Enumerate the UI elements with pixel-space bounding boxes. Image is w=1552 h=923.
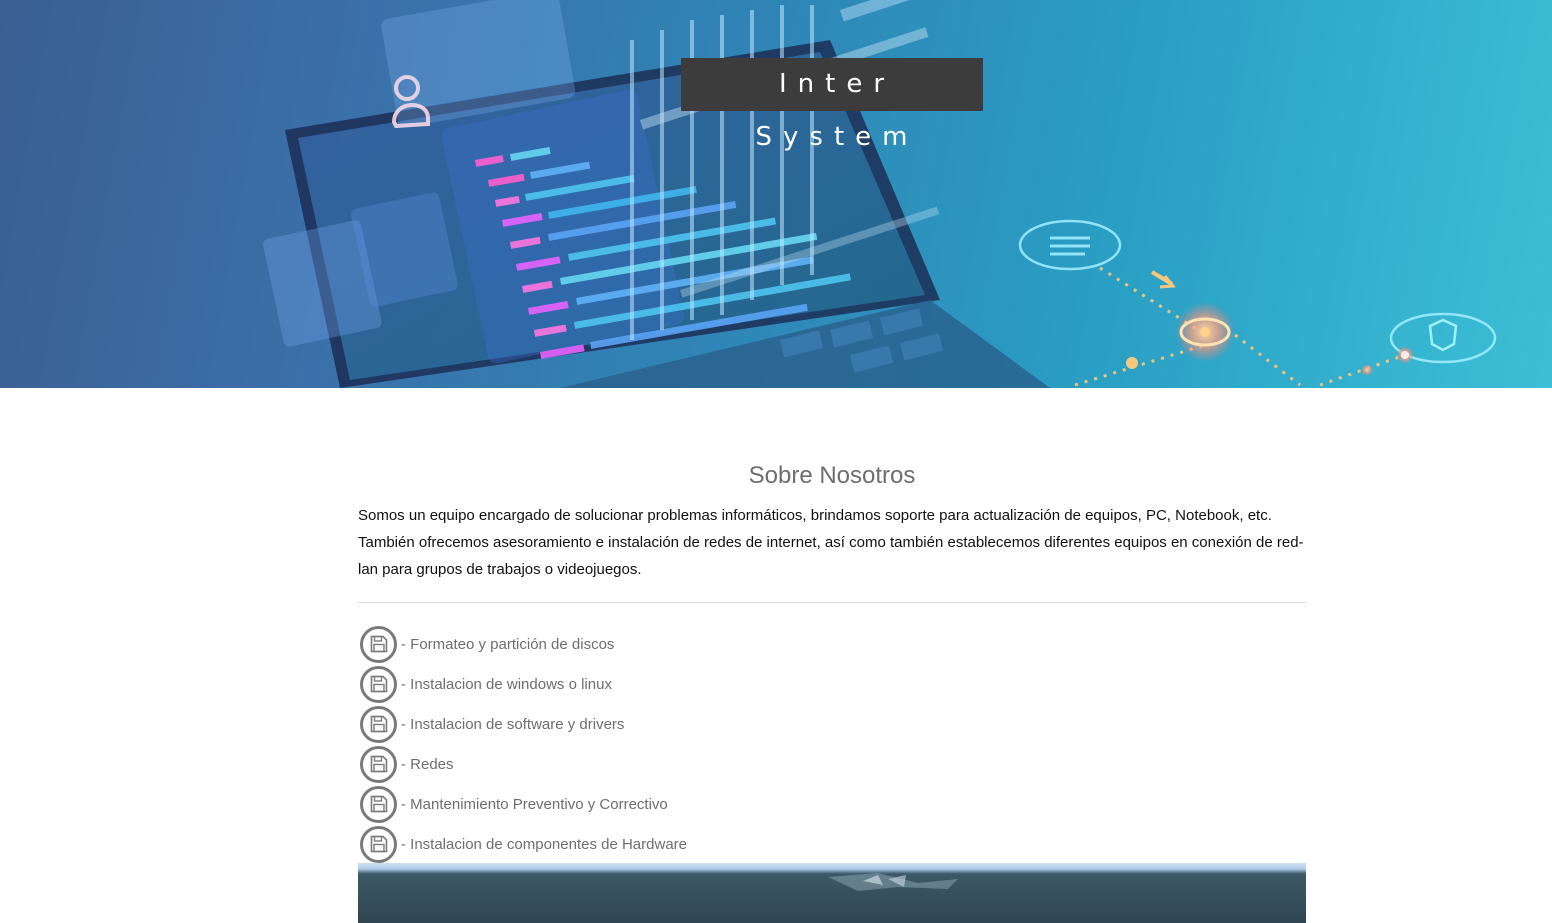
about-description: Somos un equipo encargado de solucionar …: [358, 507, 1304, 578]
service-label: - Instalacion de windows o linux: [401, 675, 612, 693]
service-label: - Instalacion de software y drivers: [401, 715, 625, 733]
floppy-disk-icon: [360, 745, 397, 783]
list-item: - Instalacion de software y drivers: [360, 704, 687, 744]
list-item: - Instalacion de componentes de Hardware: [360, 824, 687, 864]
service-label: - Instalacion de componentes de Hardware: [401, 835, 687, 853]
list-item: - Redes: [360, 744, 687, 784]
service-label: - Formateo y partición de discos: [401, 635, 615, 653]
floppy-disk-icon: [360, 705, 397, 743]
floppy-disk-icon: [360, 665, 397, 703]
floppy-disk-icon: [360, 825, 397, 863]
list-item: - Mantenimiento Preventivo y Correctivo: [360, 784, 687, 824]
floppy-disk-icon: [360, 785, 397, 823]
list-item: - Instalacion de windows o linux: [360, 664, 687, 704]
floppy-disk-icon: [360, 625, 397, 663]
service-label: - Redes: [401, 755, 454, 773]
hero-banner: Inter System: [0, 0, 1552, 388]
about-heading: Sobre Nosotros: [748, 462, 916, 489]
list-item: - Formateo y partición de discos: [360, 624, 687, 664]
site-title: Inter System: [681, 58, 983, 152]
services-list: - Formateo y partición de discos - Insta…: [360, 624, 687, 864]
section-divider: [358, 602, 1306, 603]
service-label: - Mantenimiento Preventivo y Correctivo: [401, 795, 668, 813]
section-image: [358, 863, 1306, 923]
